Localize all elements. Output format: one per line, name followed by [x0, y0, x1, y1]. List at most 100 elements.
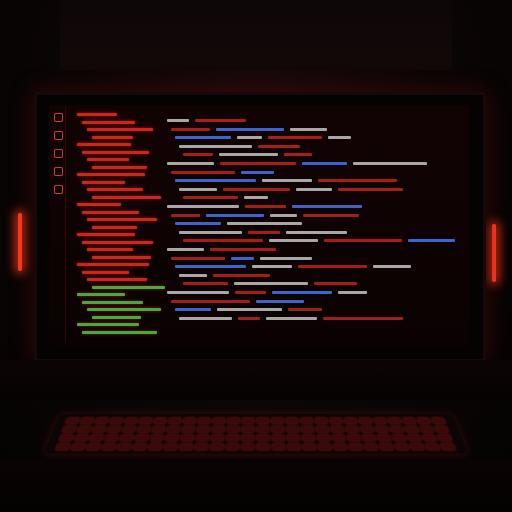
extensions-icon[interactable] — [54, 185, 63, 194]
keyboard-key[interactable] — [198, 417, 211, 424]
keyboard-key[interactable] — [410, 443, 425, 450]
keyboard-key[interactable] — [271, 426, 284, 433]
keyboard-key[interactable] — [407, 434, 422, 441]
keyboard-key[interactable] — [86, 443, 101, 450]
keyboard-key[interactable] — [256, 417, 269, 424]
keyboard-key[interactable] — [183, 417, 196, 424]
keyboard-key[interactable] — [211, 434, 224, 441]
keyboard-key[interactable] — [182, 426, 195, 433]
keyboard-key[interactable] — [212, 426, 225, 433]
keyboard-key[interactable] — [180, 434, 194, 441]
keyboard-key[interactable] — [271, 417, 284, 424]
keyboard-key[interactable] — [431, 417, 446, 424]
keyboard-key[interactable] — [94, 417, 109, 424]
keyboard-key[interactable] — [434, 426, 449, 433]
keyboard-key[interactable] — [80, 417, 94, 424]
keyboard-key[interactable] — [347, 434, 361, 441]
keyboard-key[interactable] — [257, 434, 270, 441]
keyboard-key[interactable] — [402, 417, 417, 424]
keyboard-key[interactable] — [388, 417, 402, 424]
keyboard-key[interactable] — [318, 443, 332, 450]
keyboard-key[interactable] — [59, 434, 74, 441]
keyboard-key[interactable] — [345, 426, 359, 433]
keyboard-key[interactable] — [179, 443, 193, 450]
debug-icon[interactable] — [54, 167, 63, 176]
keyboard-key[interactable] — [164, 443, 178, 450]
keyboard-key[interactable] — [241, 443, 254, 450]
keyboard-key[interactable] — [392, 434, 407, 441]
keyboard-key[interactable] — [287, 434, 300, 441]
keyboard-key[interactable] — [375, 426, 389, 433]
keyboard-key[interactable] — [242, 426, 255, 433]
keyboard-key[interactable] — [257, 443, 270, 450]
keyboard-key[interactable] — [62, 426, 77, 433]
branch-icon[interactable] — [54, 149, 63, 158]
keyboard-key[interactable] — [122, 426, 136, 433]
keyboard-key[interactable] — [71, 443, 86, 450]
keyboard-key[interactable] — [150, 434, 164, 441]
keyboard-key[interactable] — [137, 426, 151, 433]
keyboard-key[interactable] — [302, 434, 315, 441]
keyboard-key[interactable] — [109, 417, 123, 424]
keyboard-key[interactable] — [362, 434, 376, 441]
keyboard-key[interactable] — [195, 443, 209, 450]
keyboard-key[interactable] — [316, 426, 329, 433]
file-icon[interactable] — [54, 113, 63, 122]
keyboard-key[interactable] — [107, 426, 121, 433]
search-icon[interactable] — [54, 131, 63, 140]
keyboard-key[interactable] — [394, 443, 409, 450]
keyboard-key[interactable] — [405, 426, 419, 433]
keyboard-key[interactable] — [242, 417, 255, 424]
keyboard-key[interactable] — [152, 426, 166, 433]
keyboard-key[interactable] — [124, 417, 138, 424]
keyboard-key[interactable] — [102, 443, 117, 450]
keyboard-key[interactable] — [168, 417, 182, 424]
keyboard-key[interactable] — [302, 443, 316, 450]
keyboard-key[interactable] — [133, 443, 147, 450]
keyboard-key[interactable] — [226, 443, 239, 450]
keyboard-key[interactable] — [256, 426, 269, 433]
keyboard-key[interactable] — [77, 426, 92, 433]
keyboard-key[interactable] — [419, 426, 434, 433]
keyboard-key[interactable] — [379, 443, 394, 450]
keyboard-key[interactable] — [55, 443, 71, 450]
keyboard-key[interactable] — [165, 434, 179, 441]
keyboard-key[interactable] — [440, 443, 456, 450]
keyboard-key[interactable] — [317, 434, 331, 441]
keyboard-key[interactable] — [425, 443, 440, 450]
keyboard-key[interactable] — [360, 426, 374, 433]
keyboard-key[interactable] — [227, 417, 240, 424]
keyboard-key[interactable] — [315, 417, 328, 424]
keyboard-key[interactable] — [301, 426, 314, 433]
keyboard-key[interactable] — [74, 434, 89, 441]
keyboard-key[interactable] — [139, 417, 153, 424]
keyboard-key[interactable] — [226, 434, 239, 441]
keyboard-key[interactable] — [92, 426, 106, 433]
keyboard-key[interactable] — [167, 426, 181, 433]
keyboard-key[interactable] — [104, 434, 119, 441]
keyboard-key[interactable] — [135, 434, 149, 441]
keyboard-key[interactable] — [197, 426, 210, 433]
keyboard-key[interactable] — [373, 417, 387, 424]
keyboard-key[interactable] — [227, 426, 240, 433]
keyboard-key[interactable] — [390, 426, 404, 433]
keyboard-key[interactable] — [329, 417, 343, 424]
keyboard-key[interactable] — [272, 434, 285, 441]
keyboard-key[interactable] — [333, 443, 347, 450]
keyboard-key[interactable] — [287, 443, 301, 450]
keyboard-key[interactable] — [286, 417, 299, 424]
keyboard-key[interactable] — [196, 434, 209, 441]
keyboard-key[interactable] — [286, 426, 299, 433]
keyboard-key[interactable] — [437, 434, 452, 441]
keyboard-key[interactable] — [241, 434, 254, 441]
keyboard-key[interactable] — [272, 443, 285, 450]
keyboard-key[interactable] — [300, 417, 313, 424]
keyboard-key[interactable] — [358, 417, 372, 424]
keyboard-key[interactable] — [117, 443, 132, 450]
keyboard-key[interactable] — [153, 417, 167, 424]
keyboard-key[interactable] — [331, 426, 344, 433]
keyboard-key[interactable] — [417, 417, 431, 424]
keyboard-key[interactable] — [65, 417, 80, 424]
keyboard-key[interactable] — [422, 434, 437, 441]
keyboard-key[interactable] — [344, 417, 358, 424]
